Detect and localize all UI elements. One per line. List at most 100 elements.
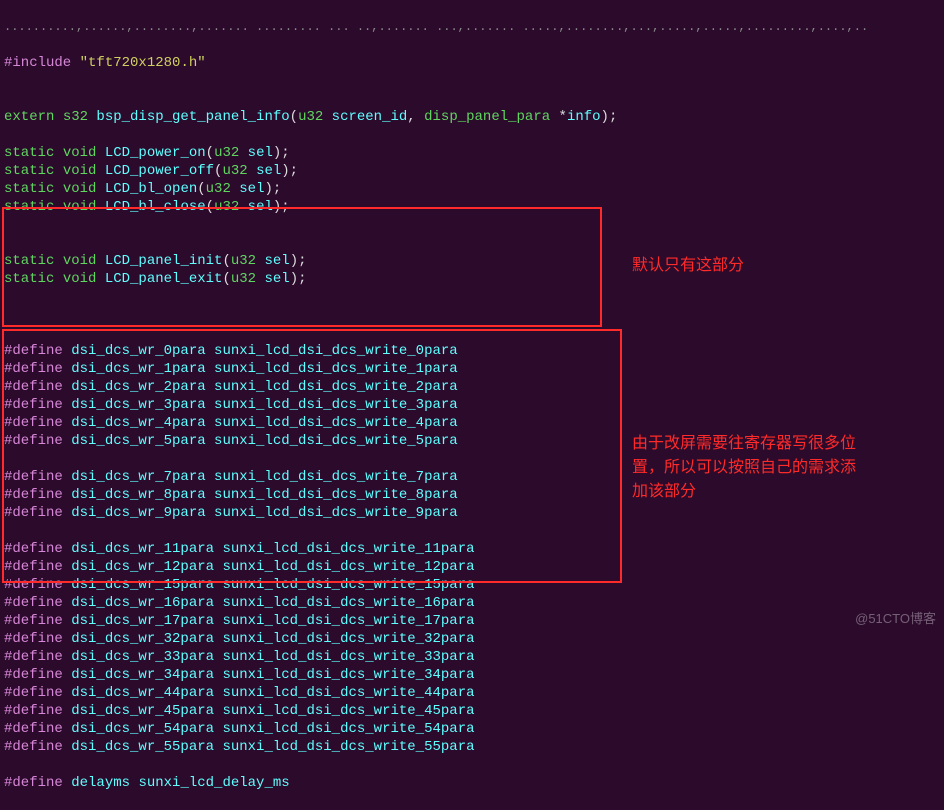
define-kw: #define <box>4 775 71 791</box>
arg-name: sel <box>264 253 289 269</box>
define-val: sunxi_lcd_dsi_dcs_write_3para <box>214 397 458 413</box>
define-line: #define dsi_dcs_wr_16para sunxi_lcd_dsi_… <box>4 594 940 612</box>
paren-open: ( <box>222 271 230 287</box>
ret-type: void <box>63 181 105 197</box>
define-line: #define dsi_dcs_wr_4para sunxi_lcd_dsi_d… <box>4 414 940 432</box>
define-line: #define dsi_dcs_wr_9para sunxi_lcd_dsi_d… <box>4 504 940 522</box>
code-editor: ..........,......,........,....... .....… <box>0 0 944 810</box>
define-name: dsi_dcs_wr_4para <box>71 415 214 431</box>
arg-type: u32 <box>231 271 265 287</box>
arg-name: sel <box>248 145 273 161</box>
static-line: static void LCD_power_off(u32 sel); <box>4 162 940 180</box>
define-val: sunxi_lcd_dsi_dcs_write_34para <box>222 667 474 683</box>
ret-type: void <box>63 271 105 287</box>
paren-close: ); <box>601 109 618 125</box>
define-kw: #define <box>4 469 71 485</box>
paren-open: ( <box>290 109 298 125</box>
define-name: dsi_dcs_wr_45para <box>71 703 222 719</box>
define-val: sunxi_lcd_dsi_dcs_write_1para <box>214 361 458 377</box>
define-val: sunxi_lcd_dsi_dcs_write_7para <box>214 469 458 485</box>
define-name: dsi_dcs_wr_54para <box>71 721 222 737</box>
ret-type: void <box>63 253 105 269</box>
annotation-added: 由于改屏需要往寄存器写很多位置，所以可以按照自己的需求添加该部分 <box>632 432 862 504</box>
define-kw: #define <box>4 361 71 377</box>
define-val: sunxi_lcd_dsi_dcs_write_32para <box>222 631 474 647</box>
define-kw: #define <box>4 379 71 395</box>
include-keyword: #include <box>4 55 80 71</box>
define-name: dsi_dcs_wr_44para <box>71 685 222 701</box>
paren-open: ( <box>206 145 214 161</box>
define-name: dsi_dcs_wr_15para <box>71 577 222 593</box>
define-line: #define dsi_dcs_wr_32para sunxi_lcd_dsi_… <box>4 630 940 648</box>
define-line: #define dsi_dcs_wr_44para sunxi_lcd_dsi_… <box>4 684 940 702</box>
annotation-default: 默认只有这部分 <box>632 254 744 278</box>
ret-type: void <box>63 163 105 179</box>
ret-type: void <box>63 145 105 161</box>
static-line: static void LCD_bl_close(u32 sel); <box>4 198 940 216</box>
star: * <box>559 109 567 125</box>
fn-name: LCD_bl_close <box>105 199 206 215</box>
define-val: sunxi_lcd_dsi_dcs_write_44para <box>222 685 474 701</box>
define-val: sunxi_lcd_dsi_dcs_write_33para <box>222 649 474 665</box>
define-line: #define dsi_dcs_wr_1para sunxi_lcd_dsi_d… <box>4 360 940 378</box>
define-line: #define dsi_dcs_wr_54para sunxi_lcd_dsi_… <box>4 720 940 738</box>
define-line: #define dsi_dcs_wr_34para sunxi_lcd_dsi_… <box>4 666 940 684</box>
static-decls-1: static void LCD_power_on(u32 sel);static… <box>4 144 940 216</box>
arg-type: u32 <box>298 109 332 125</box>
define-val: sunxi_lcd_dsi_dcs_write_8para <box>214 487 458 503</box>
define-name: dsi_dcs_wr_17para <box>71 613 222 629</box>
define-line: #define dsi_dcs_wr_12para sunxi_lcd_dsi_… <box>4 558 940 576</box>
arg-type: u32 <box>222 163 256 179</box>
define-line: #define dsi_dcs_wr_17para sunxi_lcd_dsi_… <box>4 612 940 630</box>
define-val: sunxi_lcd_dsi_dcs_write_9para <box>214 505 458 521</box>
define-kw: #define <box>4 433 71 449</box>
define-name: dsi_dcs_wr_1para <box>71 361 214 377</box>
define-val: sunxi_lcd_dsi_dcs_write_17para <box>222 613 474 629</box>
arg-name: screen_id <box>332 109 408 125</box>
static-line: static void LCD_panel_exit(u32 sel); <box>4 270 940 288</box>
define-val: sunxi_lcd_dsi_dcs_write_0para <box>214 343 458 359</box>
define-name: delayms <box>71 775 138 791</box>
arg-name: sel <box>256 163 281 179</box>
paren-close: ); <box>290 253 307 269</box>
define-line: #define dsi_dcs_wr_45para sunxi_lcd_dsi_… <box>4 702 940 720</box>
define-val: sunxi_lcd_delay_ms <box>138 775 289 791</box>
paren-open: ( <box>222 253 230 269</box>
define-kw: #define <box>4 487 71 503</box>
static-line: static void LCD_power_on(u32 sel); <box>4 144 940 162</box>
defines-added-2: #define dsi_dcs_wr_11para sunxi_lcd_dsi_… <box>4 540 940 756</box>
define-name: dsi_dcs_wr_16para <box>71 595 222 611</box>
define-delayms-line: #define delayms sunxi_lcd_delay_ms <box>4 774 940 792</box>
static-kw: static <box>4 163 63 179</box>
define-val: sunxi_lcd_dsi_dcs_write_11para <box>222 541 474 557</box>
define-name: dsi_dcs_wr_11para <box>71 541 222 557</box>
static-kw: static <box>4 253 63 269</box>
define-line: #define dsi_dcs_wr_15para sunxi_lcd_dsi_… <box>4 576 940 594</box>
static-kw: static <box>4 145 63 161</box>
define-kw: #define <box>4 595 71 611</box>
define-val: sunxi_lcd_dsi_dcs_write_4para <box>214 415 458 431</box>
ret-type: s32 <box>63 109 97 125</box>
define-val: sunxi_lcd_dsi_dcs_write_45para <box>222 703 474 719</box>
define-line: #define dsi_dcs_wr_2para sunxi_lcd_dsi_d… <box>4 378 940 396</box>
static-line: static void LCD_panel_init(u32 sel); <box>4 252 940 270</box>
define-val: sunxi_lcd_dsi_dcs_write_54para <box>222 721 474 737</box>
extern-line: extern s32 bsp_disp_get_panel_info(u32 s… <box>4 108 940 126</box>
define-kw: #define <box>4 613 71 629</box>
paren-close: ); <box>290 271 307 287</box>
define-line: #define dsi_dcs_wr_11para sunxi_lcd_dsi_… <box>4 540 940 558</box>
fn-name: bsp_disp_get_panel_info <box>96 109 289 125</box>
define-val: sunxi_lcd_dsi_dcs_write_15para <box>222 577 474 593</box>
paren-open: ( <box>197 181 205 197</box>
watermark: @51CTO博客 <box>855 610 936 628</box>
define-kw: #define <box>4 631 71 647</box>
define-kw: #define <box>4 343 71 359</box>
arg-name: sel <box>248 199 273 215</box>
ret-type: void <box>63 199 105 215</box>
comma: , <box>407 109 424 125</box>
extern-kw: extern <box>4 109 63 125</box>
define-line: #define dsi_dcs_wr_55para sunxi_lcd_dsi_… <box>4 738 940 756</box>
define-kw: #define <box>4 685 71 701</box>
define-name: dsi_dcs_wr_3para <box>71 397 214 413</box>
fn-name: LCD_power_off <box>105 163 214 179</box>
